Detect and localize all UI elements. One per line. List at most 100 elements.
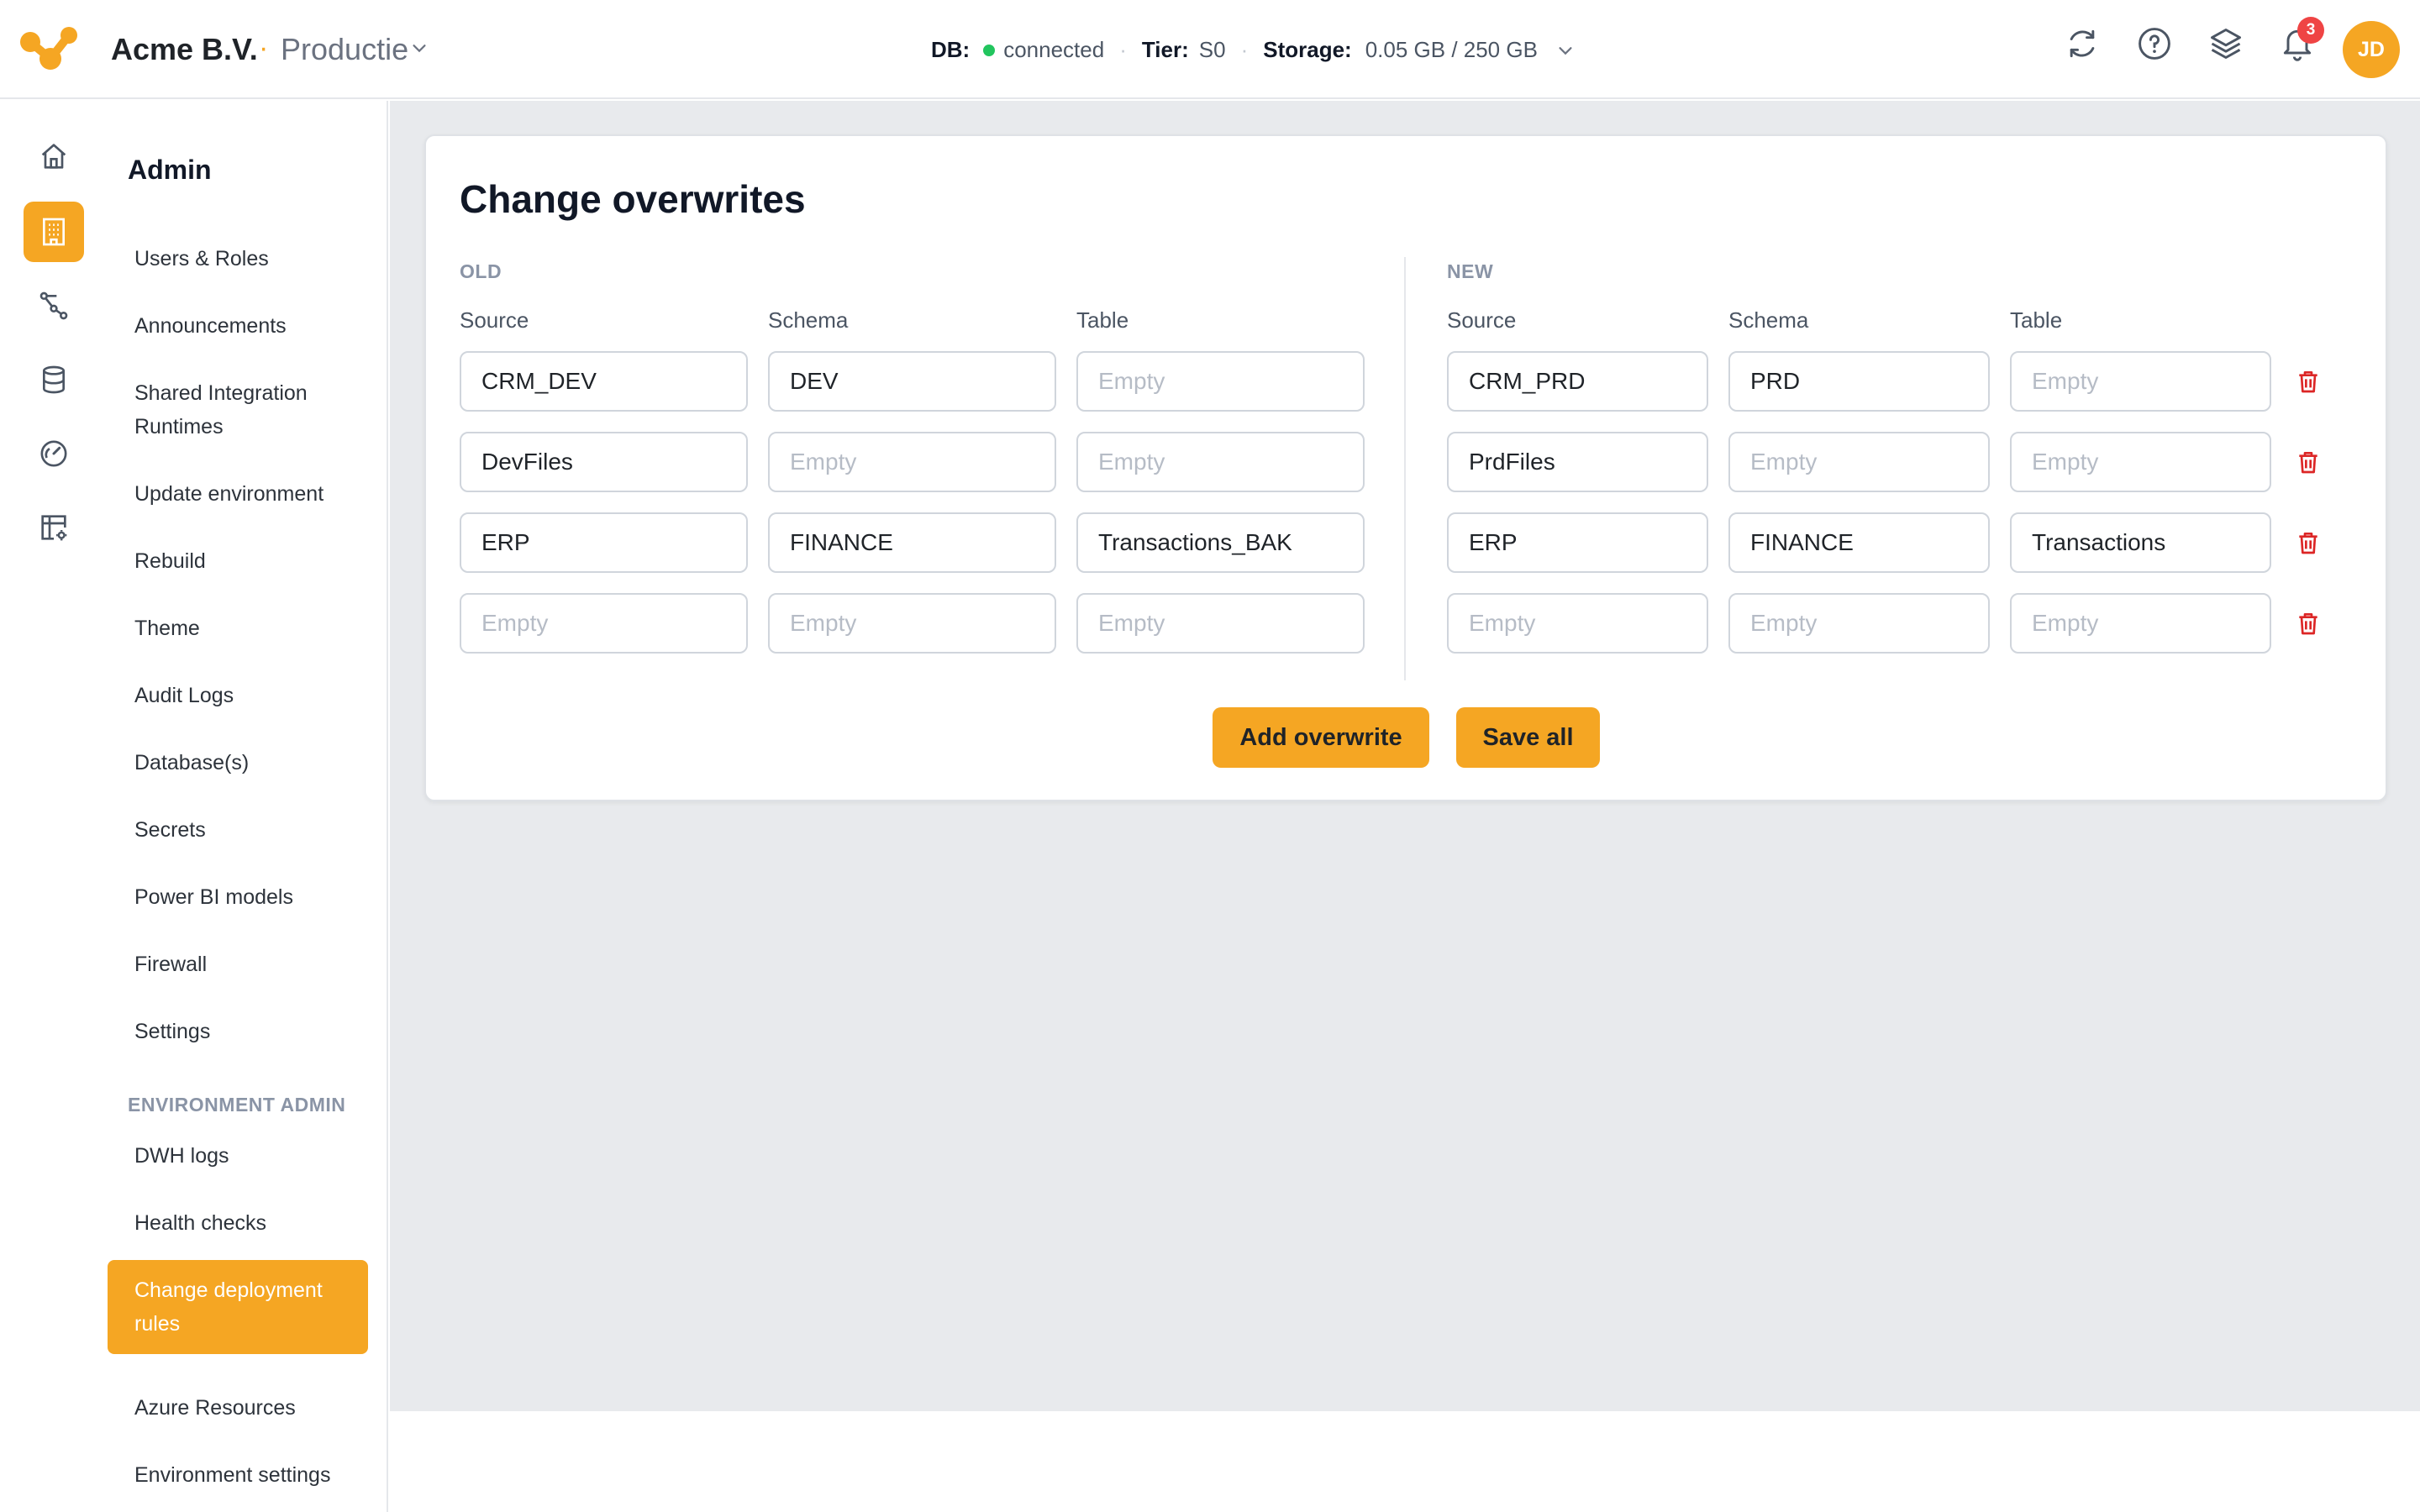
sidebar-item-theme[interactable]: Theme xyxy=(134,612,363,645)
table-settings-icon xyxy=(41,515,67,541)
tier-label: Tier: xyxy=(1141,37,1189,62)
header-separator: · xyxy=(259,32,269,64)
old-schema-input[interactable] xyxy=(768,432,1056,492)
db-label: DB: xyxy=(931,37,971,62)
help-icon[interactable] xyxy=(2136,25,2173,62)
new-source-header: Source xyxy=(1447,307,1517,333)
old-source-input[interactable] xyxy=(460,351,748,412)
old-table-input[interactable] xyxy=(1076,432,1365,492)
save-all-button[interactable]: Save all xyxy=(1456,707,1600,768)
sidebar-item-audit-logs[interactable]: Audit Logs xyxy=(134,679,363,712)
sidebar-title: Admin xyxy=(128,155,212,185)
trash-icon xyxy=(2299,533,2317,554)
sidebar-item-dwh-logs[interactable]: DWH logs xyxy=(134,1139,363,1173)
rail-home[interactable] xyxy=(24,126,84,186)
new-schema-input[interactable] xyxy=(1728,593,1990,654)
change-overwrites-card: Change overwrites OLD NEW Source Schema … xyxy=(424,134,2387,801)
new-table-input[interactable] xyxy=(2010,593,2271,654)
sidebar-item-secrets[interactable]: Secrets xyxy=(134,813,363,847)
gauge-icon xyxy=(40,440,67,467)
old-source-input[interactable] xyxy=(460,512,748,573)
rail-pipelines[interactable] xyxy=(24,276,84,336)
old-source-input[interactable] xyxy=(460,432,748,492)
new-table-input[interactable] xyxy=(2010,512,2271,573)
avatar[interactable]: JD xyxy=(2343,21,2400,78)
new-source-input[interactable] xyxy=(1447,593,1708,654)
notification-badge: 3 xyxy=(2297,17,2324,44)
delete-row-button[interactable] xyxy=(2291,445,2325,479)
pipeline-icon xyxy=(39,291,68,320)
new-table-input[interactable] xyxy=(2010,432,2271,492)
old-schema-input[interactable] xyxy=(768,512,1056,573)
old-source-header: Source xyxy=(460,307,529,333)
app-logo-icon[interactable] xyxy=(18,25,79,72)
new-group-label: NEW xyxy=(1447,260,1494,282)
storage-value: 0.05 GB / 250 GB xyxy=(1365,37,1538,62)
tier-value: S0 xyxy=(1198,37,1226,62)
delete-row-button[interactable] xyxy=(2291,606,2325,640)
old-new-divider xyxy=(1404,257,1406,680)
trash-icon xyxy=(2299,452,2317,474)
new-table-input[interactable] xyxy=(2010,351,2271,412)
sidebar-item-shared-integration-runtimes[interactable]: Shared Integration Runtimes xyxy=(134,376,363,444)
new-schema-header: Schema xyxy=(1728,307,1809,333)
rail-database[interactable] xyxy=(24,349,84,410)
environment-selector[interactable]: Productie xyxy=(281,32,408,67)
sidebar-item-databases[interactable]: Database(s) xyxy=(134,746,363,780)
page-title: Change overwrites xyxy=(460,177,806,221)
layers-icon[interactable] xyxy=(2207,25,2244,62)
old-schema-header: Schema xyxy=(768,307,849,333)
old-group-label: OLD xyxy=(460,260,502,282)
database-icon xyxy=(43,365,65,394)
rail-monitoring[interactable] xyxy=(24,423,84,484)
new-schema-input[interactable] xyxy=(1728,512,1990,573)
delete-row-button[interactable] xyxy=(2291,365,2325,398)
environment-status: DB: connected · Tier: S0 · Storage: 0.05… xyxy=(931,37,1575,63)
db-status: connected xyxy=(1003,37,1105,62)
add-overwrite-button[interactable]: Add overwrite xyxy=(1213,707,1429,768)
sidebar-item-announcements[interactable]: Announcements xyxy=(134,309,363,343)
sidebar-item-settings[interactable]: Settings xyxy=(134,1015,363,1048)
refresh-icon[interactable] xyxy=(2064,25,2101,62)
trash-icon xyxy=(2299,613,2317,635)
old-table-input[interactable] xyxy=(1076,351,1365,412)
new-schema-input[interactable] xyxy=(1728,432,1990,492)
old-table-input[interactable] xyxy=(1076,593,1365,654)
building-icon xyxy=(43,218,65,246)
new-source-input[interactable] xyxy=(1447,351,1708,412)
chevron-down-icon[interactable] xyxy=(410,39,429,57)
old-table-input[interactable] xyxy=(1076,512,1365,573)
new-source-input[interactable] xyxy=(1447,512,1708,573)
storage-label: Storage: xyxy=(1263,37,1352,62)
sidebar-item-update-environment[interactable]: Update environment xyxy=(134,477,363,511)
new-schema-input[interactable] xyxy=(1728,351,1990,412)
sidebar-item-azure-resources[interactable]: Azure Resources xyxy=(134,1391,363,1425)
delete-row-button[interactable] xyxy=(2291,526,2325,559)
sidebar-item-rebuild[interactable]: Rebuild xyxy=(134,544,363,578)
db-status-dot xyxy=(983,44,996,56)
trash-icon xyxy=(2299,371,2317,393)
status-separator: · xyxy=(1119,37,1127,62)
old-schema-input[interactable] xyxy=(768,351,1056,412)
old-table-header: Table xyxy=(1076,307,1129,333)
footer-area xyxy=(390,1411,2420,1512)
sidebar-item-users-roles[interactable]: Users & Roles xyxy=(134,242,363,276)
home-icon xyxy=(41,144,66,169)
rail-admin[interactable] xyxy=(24,202,84,262)
sidebar-item-health-checks[interactable]: Health checks xyxy=(134,1206,363,1240)
old-schema-input[interactable] xyxy=(768,593,1056,654)
top-bar: Acme B.V. · Productie DB: connected · Ti… xyxy=(0,0,2420,99)
old-source-input[interactable] xyxy=(460,593,748,654)
sidebar-section-title: ENVIRONMENT ADMIN xyxy=(128,1094,346,1116)
new-table-header: Table xyxy=(2010,307,2063,333)
icon-rail xyxy=(0,101,104,1512)
new-source-input[interactable] xyxy=(1447,432,1708,492)
status-separator: · xyxy=(1240,37,1249,62)
sidebar-item-environment-settings[interactable]: Environment settings xyxy=(134,1458,363,1492)
rail-table-settings[interactable] xyxy=(24,497,84,558)
chevron-down-icon[interactable] xyxy=(1556,41,1575,60)
sidebar-item-firewall[interactable]: Firewall xyxy=(134,948,363,981)
sidebar-item-change-deployment-rules[interactable]: Change deployment rules xyxy=(108,1260,368,1354)
organization-name: Acme B.V. xyxy=(111,32,258,66)
sidebar-item-power-bi-models[interactable]: Power BI models xyxy=(134,880,363,914)
